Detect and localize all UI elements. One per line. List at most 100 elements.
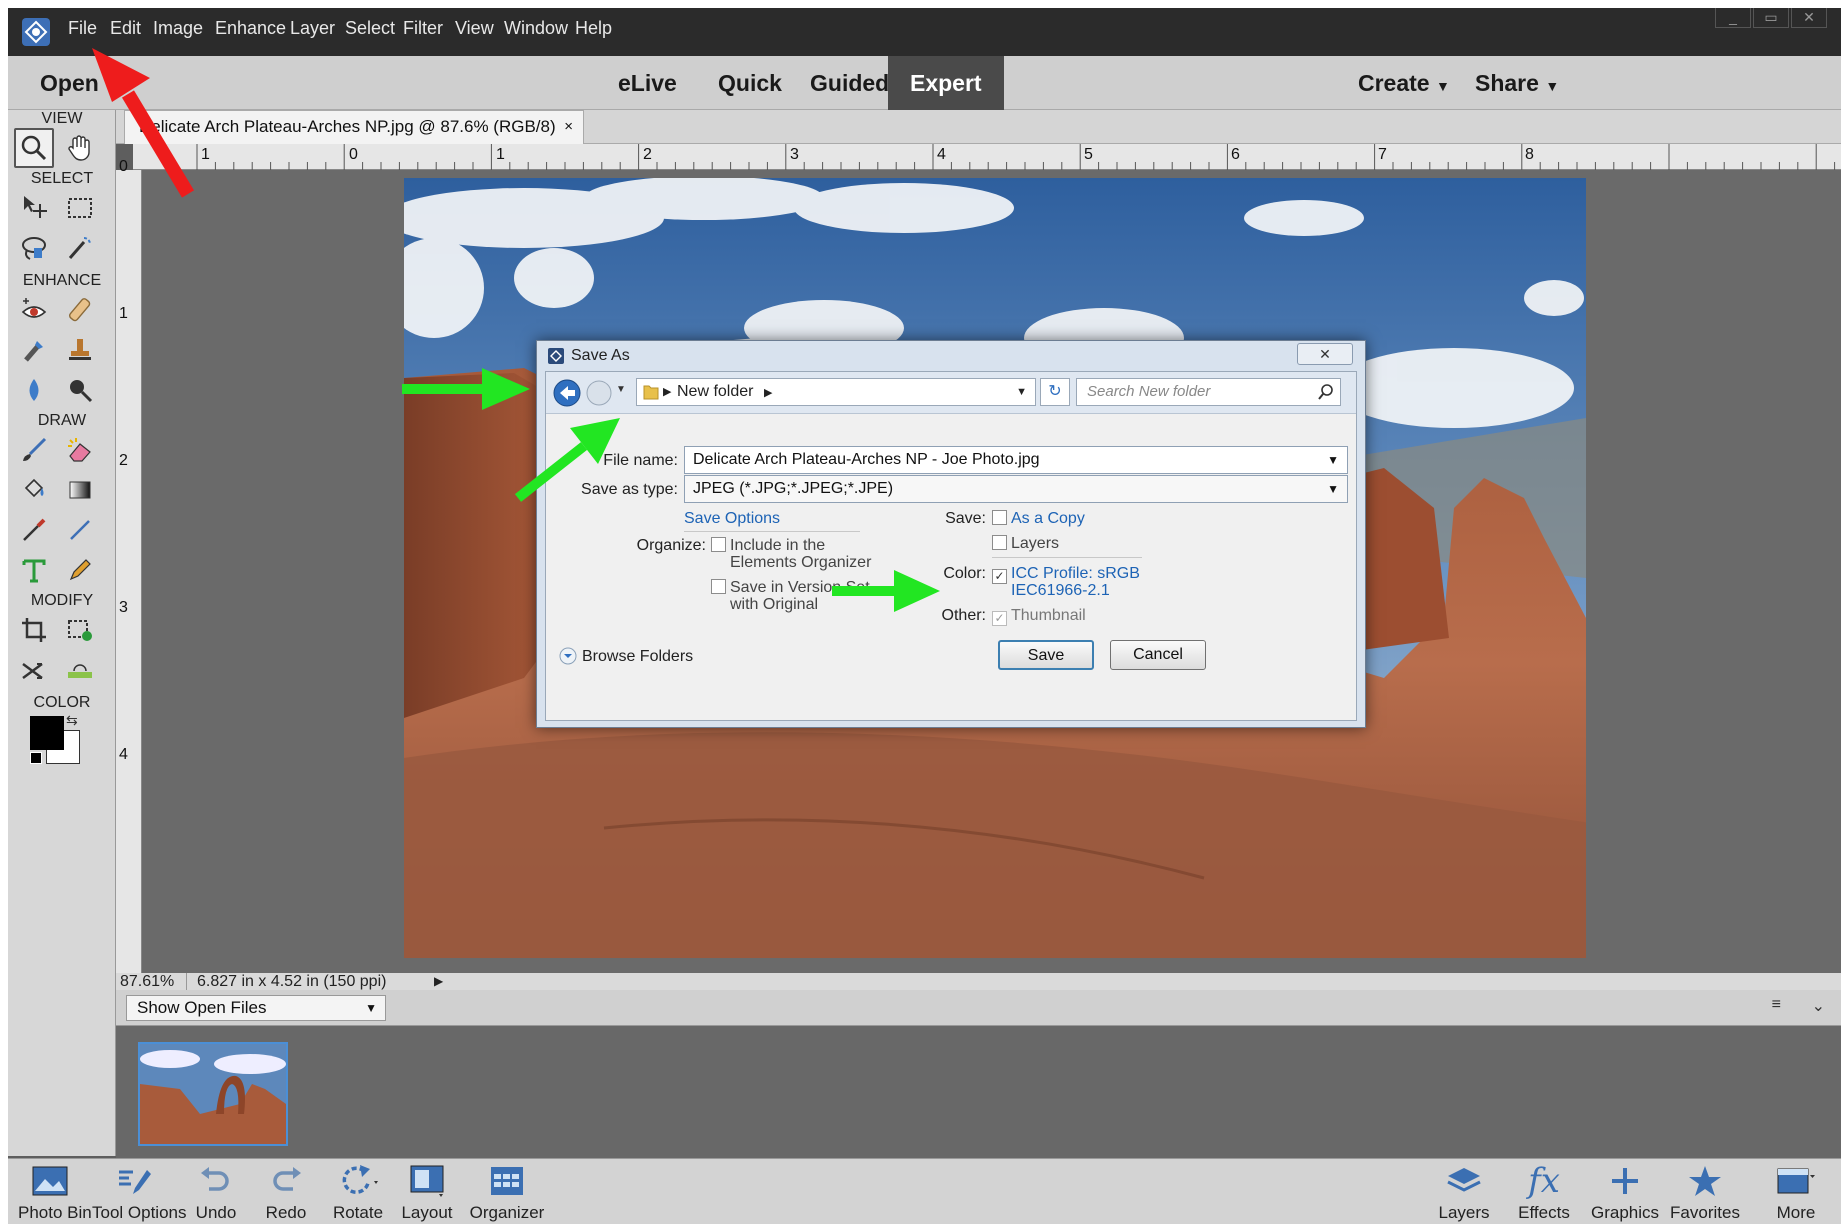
maximize-icon[interactable]: ▭ — [1753, 8, 1789, 28]
move-tool-icon[interactable] — [14, 188, 54, 228]
menu-window[interactable]: Window — [504, 18, 568, 39]
checkbox[interactable] — [992, 535, 1007, 550]
bin-source-select[interactable]: Show Open Files ▼ — [126, 995, 386, 1021]
status-bar: 87.61% 6.827 in x 4.52 in (150 ppi) ▶ — [116, 973, 1841, 990]
photo-bin-button[interactable]: Photo Bin — [18, 1159, 92, 1224]
type-tool-icon[interactable] — [14, 550, 54, 590]
ruler-label: 4 — [119, 746, 128, 763]
more-icon — [1777, 1168, 1815, 1194]
as-a-copy-label: As a Copy — [1011, 510, 1085, 527]
smart-brush-tool-icon[interactable] — [14, 330, 54, 370]
menu-enhance[interactable]: Enhance — [215, 18, 286, 39]
bin-options-icon[interactable]: ≡ — [1772, 996, 1781, 1014]
close-icon[interactable]: ✕ — [1791, 8, 1827, 28]
search-input[interactable]: Search New folder — [1076, 378, 1341, 406]
expand-folders-icon[interactable] — [558, 646, 578, 666]
save-as-type-select[interactable]: JPEG (*.JPG;*.JPEG;*.JPE) ▼ — [684, 475, 1348, 503]
layers-checkbox[interactable]: Layers — [992, 535, 1059, 553]
checkbox[interactable] — [711, 579, 726, 594]
eyedropper-tool-icon[interactable] — [14, 510, 54, 550]
paint-bucket-tool-icon[interactable] — [14, 470, 54, 510]
spot-healing-tool-icon[interactable] — [60, 290, 100, 330]
pencil-tool-icon[interactable] — [60, 550, 100, 590]
layout-button[interactable]: Layout — [398, 1159, 456, 1224]
cancel-button[interactable]: Cancel — [1110, 640, 1206, 670]
undo-button[interactable]: Undo — [188, 1159, 244, 1224]
menu-view[interactable]: View — [455, 18, 494, 39]
lasso-tool-icon[interactable] — [14, 228, 54, 268]
layers-panel-button[interactable]: Layers — [1432, 1159, 1496, 1224]
dialog-close-button[interactable]: ✕ — [1297, 343, 1353, 365]
share-menu[interactable]: Share ▼ — [1475, 70, 1559, 97]
close-tab-icon[interactable]: × — [564, 111, 573, 143]
organizer-button[interactable]: Organizer — [464, 1159, 550, 1224]
line-tool-icon[interactable] — [60, 510, 100, 550]
refresh-icon[interactable]: ↻ — [1040, 378, 1070, 406]
ruler-label: 3 — [119, 599, 128, 616]
default-colors-icon[interactable] — [30, 752, 42, 764]
graphics-panel-button[interactable]: Graphics — [1588, 1159, 1662, 1224]
create-menu[interactable]: Create ▼ — [1358, 70, 1450, 97]
collapse-bin-icon[interactable]: ⌄ — [1812, 996, 1825, 1016]
tool-options-button[interactable]: Tool Options — [92, 1159, 187, 1224]
red-eye-tool-icon[interactable] — [14, 290, 54, 330]
menu-image[interactable]: Image — [153, 18, 203, 39]
file-name-value: Delicate Arch Plateau-Arches NP - Joe Ph… — [693, 451, 1040, 468]
quick-selection-tool-icon[interactable] — [60, 228, 100, 268]
forward-icon[interactable] — [584, 378, 614, 408]
checkbox[interactable] — [992, 510, 1007, 525]
status-menu-arrow-icon[interactable]: ▶ — [434, 973, 443, 990]
eraser-tool-icon[interactable] — [60, 430, 100, 470]
breadcrumb[interactable]: ▶ New folder ▶ ▼ — [636, 378, 1036, 406]
sponge-tool-icon[interactable] — [60, 370, 100, 410]
layers-label: Layers — [1438, 1203, 1490, 1222]
green-arrow-file-type — [514, 418, 620, 502]
menu-file[interactable]: File — [68, 18, 97, 39]
mode-expert[interactable]: Expert — [888, 56, 1004, 110]
green-arrow-file-name — [402, 368, 530, 410]
history-dropdown-icon[interactable]: ▼ — [616, 384, 626, 395]
horizontal-ruler: 1 0 1 2 3 4 5 6 7 8 — [133, 144, 1841, 170]
straighten-tool-icon[interactable] — [60, 650, 100, 690]
foreground-color-swatch[interactable] — [30, 716, 64, 750]
mode-elive[interactable]: eLive — [596, 56, 699, 110]
browse-folders-toggle[interactable]: Browse Folders — [582, 648, 693, 666]
address-dropdown-icon[interactable]: ▼ — [1016, 379, 1027, 405]
chevron-down-icon[interactable]: ▼ — [1327, 476, 1339, 502]
crop-tool-icon[interactable] — [14, 610, 54, 650]
menu-help[interactable]: Help — [575, 18, 612, 39]
save-button[interactable]: Save — [998, 640, 1094, 670]
content-aware-move-icon[interactable] — [14, 650, 54, 690]
breadcrumb-folder[interactable]: New folder — [677, 383, 753, 400]
back-icon[interactable] — [552, 378, 582, 408]
menu-filter[interactable]: Filter — [403, 18, 443, 39]
blur-tool-icon[interactable] — [14, 370, 54, 410]
gradient-tool-icon[interactable] — [60, 470, 100, 510]
menu-layer[interactable]: Layer — [290, 18, 335, 39]
photo-thumbnail[interactable] — [138, 1042, 288, 1146]
menu-edit[interactable]: Edit — [110, 18, 141, 39]
folder-icon — [643, 385, 659, 400]
rotate-button[interactable]: Rotate — [326, 1159, 390, 1224]
redo-button[interactable]: Redo — [258, 1159, 314, 1224]
file-name-input[interactable]: Delicate Arch Plateau-Arches NP - Joe Ph… — [684, 446, 1348, 474]
include-organizer-checkbox[interactable]: Include in the — [711, 537, 825, 555]
menu-select[interactable]: Select — [345, 18, 395, 39]
effects-panel-button[interactable]: fx Effects — [1512, 1159, 1576, 1224]
photo-bin-label: Photo Bin — [18, 1203, 92, 1222]
clone-stamp-tool-icon[interactable] — [60, 330, 100, 370]
recompose-tool-icon[interactable] — [60, 610, 100, 650]
checkbox[interactable] — [711, 537, 726, 552]
checkbox-checked[interactable]: ✓ — [992, 569, 1007, 584]
favorites-panel-button[interactable]: Favorites — [1668, 1159, 1742, 1224]
swap-colors-icon[interactable]: ⇆ — [66, 712, 78, 729]
minimize-icon[interactable]: _ — [1715, 8, 1751, 28]
thumbnail-checkbox[interactable]: ✓ Thumbnail — [992, 607, 1086, 626]
chevron-down-icon[interactable]: ▼ — [1327, 447, 1339, 473]
checkbox-checked[interactable]: ✓ — [992, 611, 1007, 626]
more-panel-button[interactable]: More — [1764, 1159, 1828, 1224]
as-a-copy-checkbox[interactable]: As a Copy — [992, 510, 1085, 528]
include-organizer-line1: Include in the — [730, 537, 826, 554]
zoom-tool-icon[interactable] — [14, 128, 54, 168]
brush-tool-icon[interactable] — [14, 430, 54, 470]
